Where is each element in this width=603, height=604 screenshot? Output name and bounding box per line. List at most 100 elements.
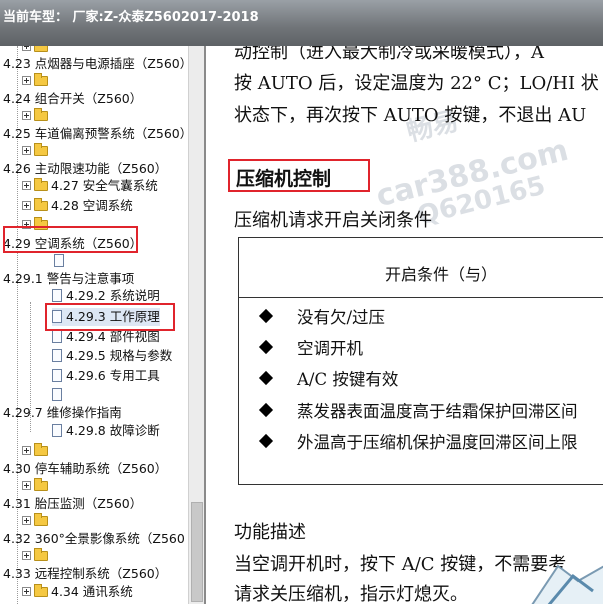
condition-item: A/C 按键有效 xyxy=(258,366,399,390)
folder-icon xyxy=(34,143,48,156)
tree-item-label: 4.25 车道偏离预警系统（Z560） xyxy=(3,126,188,141)
tree-folder-row[interactable] xyxy=(22,107,51,125)
expand-icon[interactable] xyxy=(22,76,31,85)
tree-item-4-27[interactable]: 4.27 安全气囊系统 xyxy=(22,177,158,195)
bullet-icon xyxy=(258,339,274,355)
tree-item-label: 4.28 空调系统 xyxy=(51,198,133,213)
expand-icon[interactable] xyxy=(22,481,31,490)
tree-item-label: 4.29.6 专用工具 xyxy=(66,368,160,383)
bullet-icon xyxy=(258,308,274,324)
tree-item-4-25[interactable]: 4.25 车道偏离预警系统（Z560） xyxy=(3,125,188,143)
paragraph-line: 请求关压缩机，指示灯熄灭。 xyxy=(234,584,468,604)
condition-text: 空调开机 xyxy=(297,339,363,358)
folder-icon xyxy=(34,73,48,86)
tree-item-label: 4.29.8 故障诊断 xyxy=(66,423,160,438)
highlight-box xyxy=(228,159,370,192)
expand-icon[interactable] xyxy=(22,181,31,190)
condition-item: 蒸发器表面温度高于结霜保护回滞区间 xyxy=(258,398,578,422)
table-header-label: 开启条件（与） xyxy=(385,265,498,284)
document-icon xyxy=(52,330,62,343)
tree-item-4-29-8[interactable]: 4.29.8 故障诊断 xyxy=(52,422,160,440)
paragraph-line: 按 AUTO 后，设定温度为 22° C；LO/HI 状 xyxy=(234,73,599,94)
tree-item-4-31[interactable]: 4.31 胎压监测（Z560） xyxy=(3,495,142,513)
document-icon xyxy=(52,349,62,362)
tree-item-label: 4.27 安全气囊系统 xyxy=(51,178,158,193)
tree-item-label: 4.26 主动限速功能（Z560） xyxy=(3,161,168,176)
window-title: 当前车型： 厂家:Z-众泰Z5602017-2018 xyxy=(3,10,259,25)
tree-doc-row[interactable] xyxy=(52,386,66,404)
table-header: 开启条件（与） xyxy=(239,238,603,298)
table-caption: 压缩机请求开启关闭条件 xyxy=(234,210,432,231)
tree-folder-row[interactable] xyxy=(22,547,51,565)
document-icon xyxy=(52,369,62,382)
tree-item-4-23[interactable]: 4.23 点烟器与电源插座（Z560） xyxy=(3,55,188,73)
expand-icon[interactable] xyxy=(22,201,31,210)
tree-folder-row[interactable] xyxy=(22,72,51,90)
tree-item-label: 4.29.5 规格与参数 xyxy=(66,348,173,363)
tree-item-4-24[interactable]: 4.24 组合开关（Z560） xyxy=(3,90,142,108)
folder-icon xyxy=(34,478,48,491)
folder-icon xyxy=(34,108,48,121)
folder-icon xyxy=(34,584,48,597)
tree-item-4-29-7[interactable]: 4.29.7 维修操作指南 xyxy=(3,404,122,422)
folder-icon xyxy=(34,46,48,52)
highlight-box xyxy=(45,303,175,331)
tree-item-4-32[interactable]: 4.32 360°全景影像系统（Z560 xyxy=(3,530,185,548)
tree-item-4-30[interactable]: 4.30 停车辅助系统（Z560） xyxy=(3,460,167,478)
sidebar-scrollbar[interactable] xyxy=(188,46,204,604)
tree-item-4-28[interactable]: 4.28 空调系统 xyxy=(22,197,133,215)
sidebar-tree[interactable]: 4.23 点烟器与电源插座（Z560） 4.24 组合开关（Z560） 4.25… xyxy=(0,46,188,604)
highlight-box xyxy=(3,226,138,253)
condition-item: 外温高于压缩机保护温度回滞区间上限 xyxy=(258,429,578,453)
tree-item-4-29-6[interactable]: 4.29.6 专用工具 xyxy=(52,367,160,385)
tree-doc-row[interactable] xyxy=(54,252,68,270)
folder-icon xyxy=(34,548,48,561)
paragraph-line: 状态下，再次按下 AUTO 按键，不退出 AU xyxy=(234,105,587,126)
expand-icon[interactable] xyxy=(22,516,31,525)
condition-text: 没有欠/过压 xyxy=(297,308,386,327)
tree-item-label: 4.29.1 警告与注意事项 xyxy=(3,271,135,286)
condition-text: 外温高于压缩机保护温度回滞区间上限 xyxy=(297,433,578,452)
expand-icon[interactable] xyxy=(22,587,31,596)
tree-folder-row[interactable] xyxy=(22,142,51,160)
scrollbar-thumb[interactable] xyxy=(191,502,203,602)
expand-icon[interactable] xyxy=(22,111,31,120)
bullet-icon xyxy=(258,433,274,449)
tree-folder-row[interactable] xyxy=(22,512,51,530)
conditions-table: 开启条件（与） 没有欠/过压 空调开机 A/C 按键有效 蒸发器表面温度高于结霜… xyxy=(238,237,603,485)
document-icon xyxy=(52,388,62,401)
expand-icon[interactable] xyxy=(22,46,31,51)
condition-text: 蒸发器表面温度高于结霜保护回滞区间 xyxy=(297,402,578,421)
tree-item-label: 4.23 点烟器与电源插座（Z560） xyxy=(3,56,188,71)
tree-item-label: 4.32 360°全景影像系统（Z560 xyxy=(3,531,185,546)
tree-item-label: 4.34 通讯系统 xyxy=(51,584,133,599)
condition-item: 空调开机 xyxy=(258,335,363,359)
tree-item-4-26[interactable]: 4.26 主动限速功能（Z560） xyxy=(3,160,167,178)
decorative-graphic xyxy=(531,564,603,604)
tree-item-4-29-1[interactable]: 4.29.1 警告与注意事项 xyxy=(3,270,134,288)
expand-icon[interactable] xyxy=(22,551,31,560)
expand-icon[interactable] xyxy=(22,146,31,155)
tree-item-4-29-5[interactable]: 4.29.5 规格与参数 xyxy=(52,347,172,365)
tree-item-4-33[interactable]: 4.33 远程控制系统（Z560） xyxy=(3,565,167,583)
tree-item-label: 4.29.7 维修操作指南 xyxy=(3,405,122,420)
bullet-icon xyxy=(258,402,274,418)
tree-folder-row[interactable] xyxy=(22,442,51,460)
document-icon xyxy=(52,424,62,437)
tree-item-label: 4.29.4 部件视图 xyxy=(66,329,160,344)
bullet-icon xyxy=(258,370,274,386)
tree-folder-row[interactable] xyxy=(22,477,51,495)
tree-item-label: 4.24 组合开关（Z560） xyxy=(3,91,143,106)
tree-item-label: 4.33 远程控制系统（Z560） xyxy=(3,566,168,581)
tree-item-4-34[interactable]: 4.34 通讯系统 xyxy=(22,583,133,601)
document-icon xyxy=(54,254,64,267)
function-title: 功能描述 xyxy=(234,522,306,543)
tree-item-label: 4.30 停车辅助系统（Z560） xyxy=(3,461,168,476)
tree-item-label: 4.31 胎压监测（Z560） xyxy=(3,496,143,511)
condition-text: A/C 按键有效 xyxy=(297,370,399,389)
paragraph-line: 动控制（进入最大制冷或采暖模式），A xyxy=(234,46,544,63)
expand-icon[interactable] xyxy=(22,446,31,455)
condition-item: 没有欠/过压 xyxy=(258,304,386,328)
paragraph-line: 当空调开机时，按下 A/C 按键，不需要考 xyxy=(234,554,567,575)
tree-item-label: 4.29.2 系统说明 xyxy=(66,288,160,303)
